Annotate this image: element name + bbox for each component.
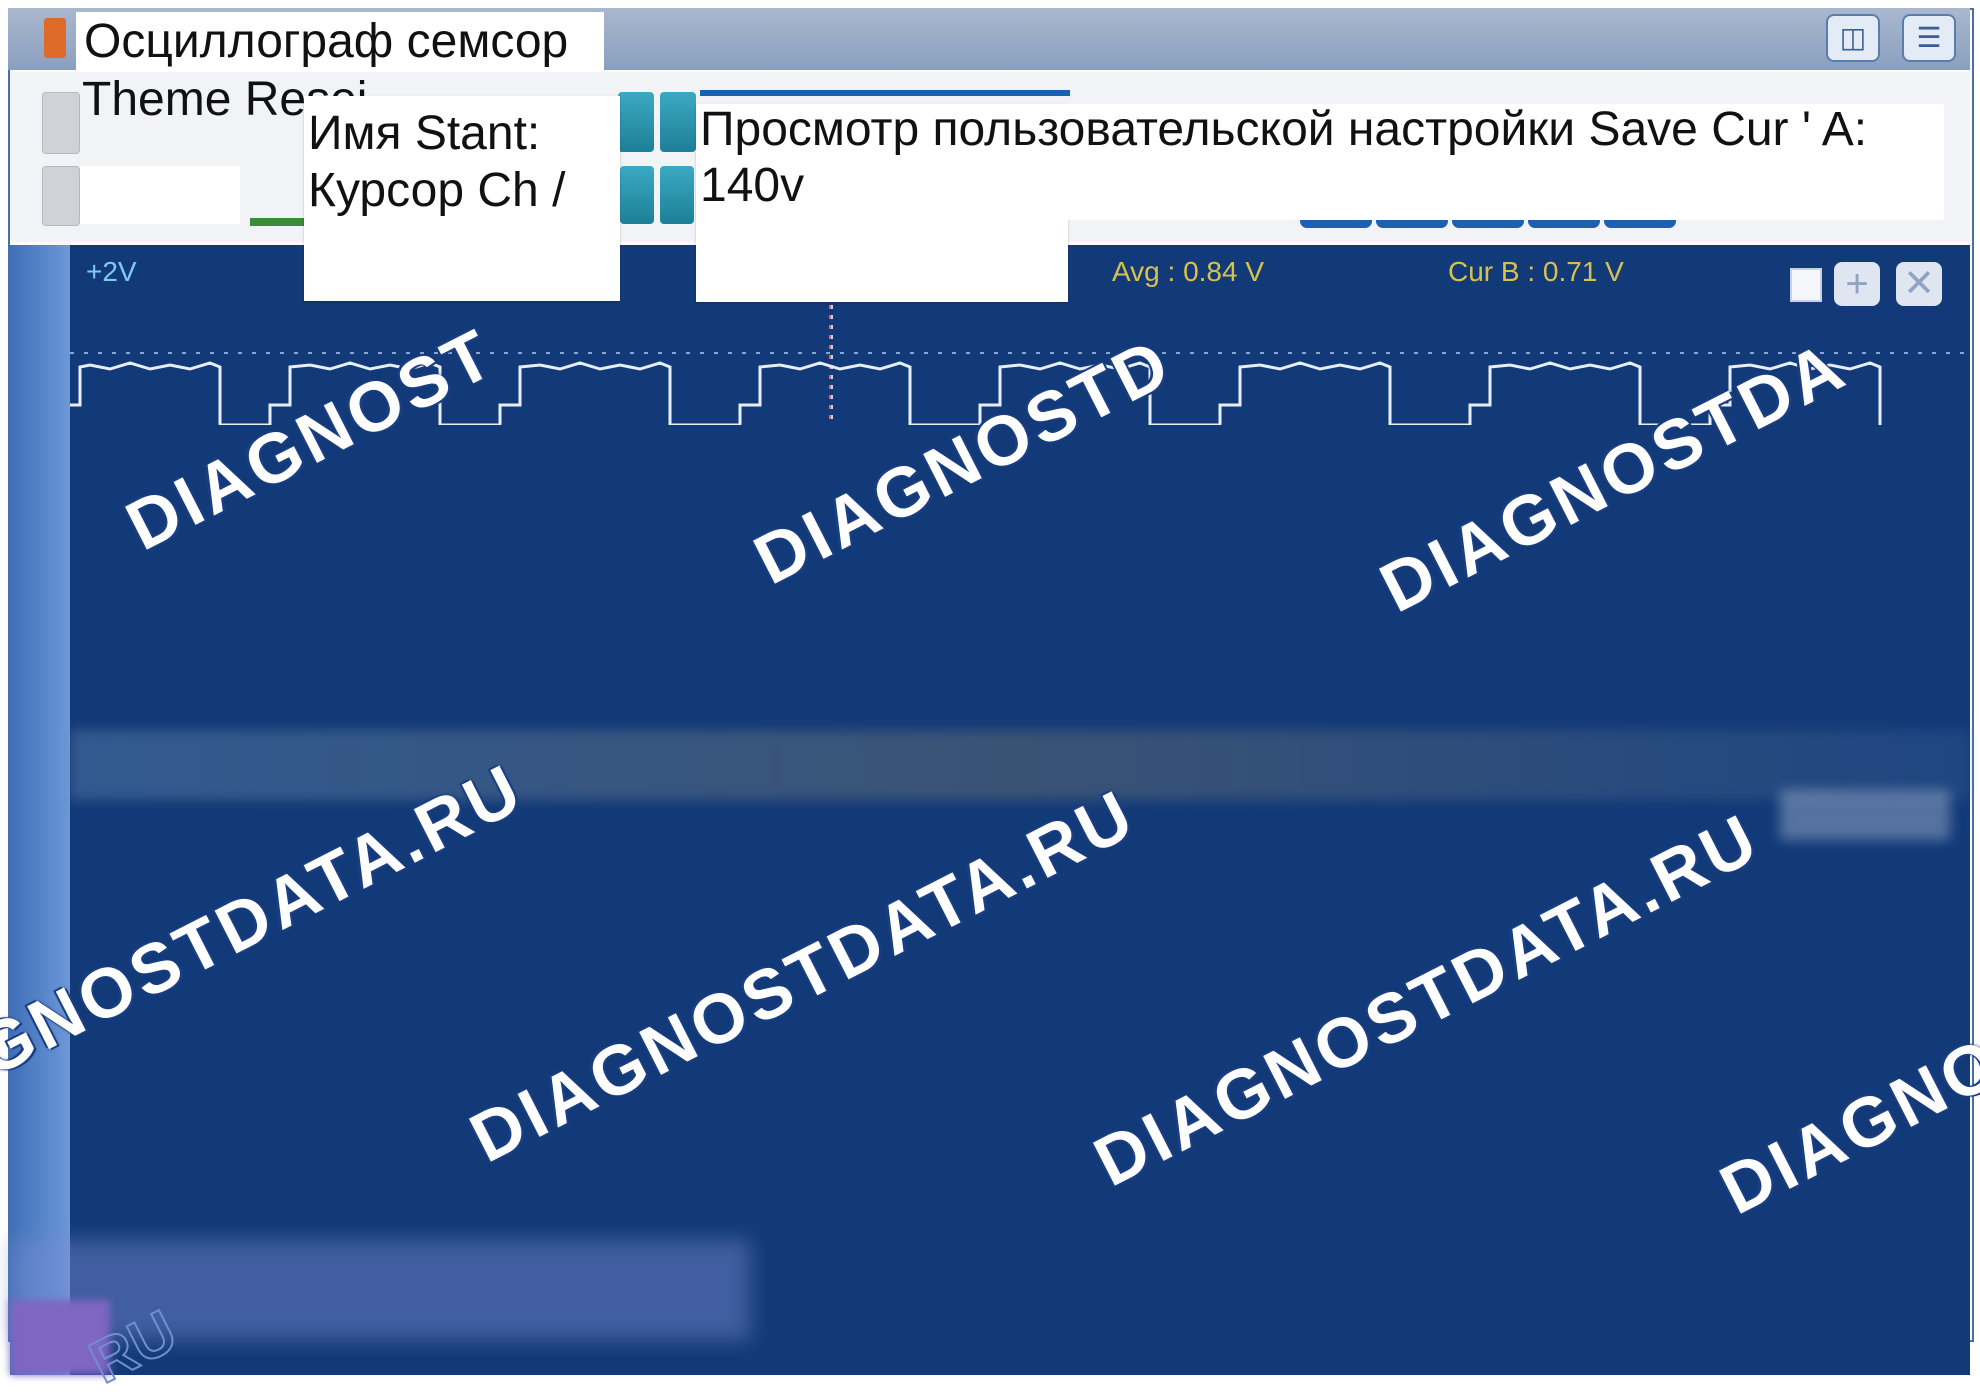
cursor-b-measurement: Cur B : 0.71 V <box>1448 256 1624 287</box>
toolbar-button[interactable] <box>660 92 696 152</box>
preview-settings-text: Просмотр пользовательской настройки Save… <box>700 103 1868 156</box>
toolbar-button[interactable] <box>620 166 654 224</box>
toolbar-button[interactable] <box>42 166 80 226</box>
channel-strip <box>10 245 70 1375</box>
preview-value-text: 140v <box>700 159 805 212</box>
toolbar-button[interactable] <box>660 166 694 224</box>
scale-label: +2V <box>86 256 137 287</box>
window-switch-icon[interactable]: ◫ <box>1826 14 1880 62</box>
maximize-square-icon[interactable] <box>1790 268 1822 302</box>
blurred-controls <box>1780 790 1950 840</box>
toolbar-accent-bar <box>700 90 1070 96</box>
avg-measurement: Avg : 0.84 V <box>1112 256 1265 287</box>
blurred-trace-band <box>70 730 1970 800</box>
toolbar-button[interactable] <box>618 92 654 152</box>
plus-icon[interactable]: + <box>1834 262 1880 306</box>
toolbar-button[interactable] <box>42 92 80 154</box>
popup-cursor-label: Курсор Ch / <box>308 164 566 217</box>
menu-list-icon[interactable]: ☰ <box>1902 14 1956 62</box>
close-icon[interactable]: ✕ <box>1896 262 1942 306</box>
status-indicator <box>250 218 310 226</box>
toolbar-field[interactable] <box>80 166 240 224</box>
popup-name-label: Имя Stant: <box>308 107 541 160</box>
app-icon <box>44 18 66 58</box>
window-title: Осциллограф семсор <box>84 15 569 68</box>
